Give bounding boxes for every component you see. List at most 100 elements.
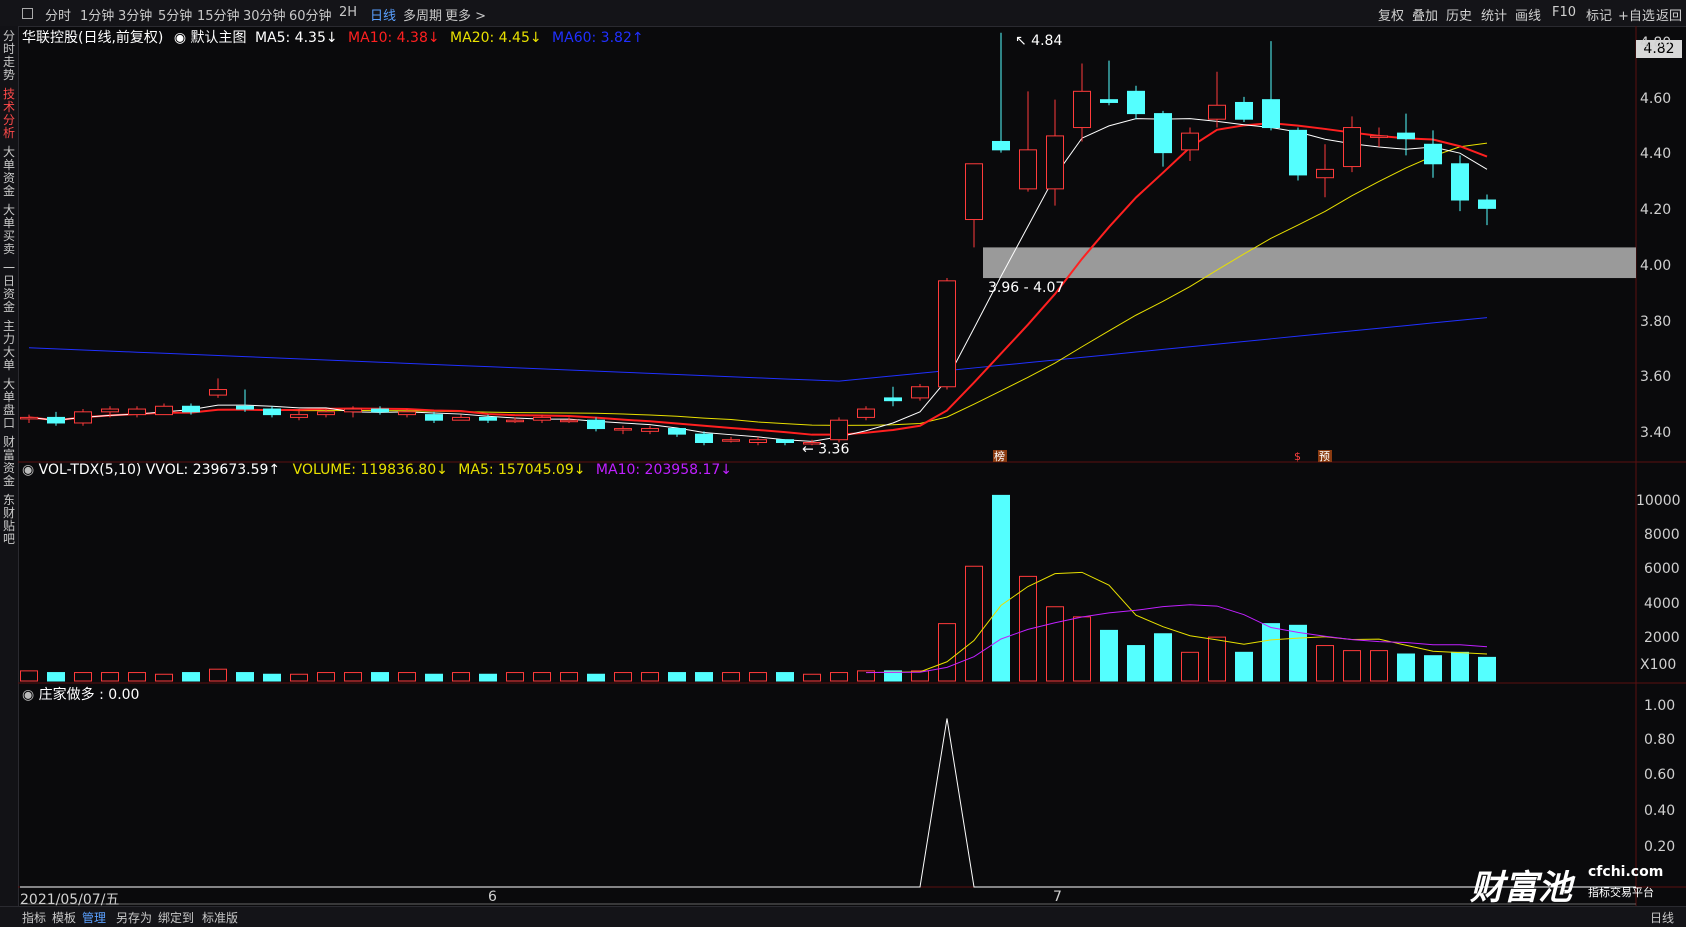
candle-body-38 bbox=[1046, 135, 1064, 190]
candle-body-46 bbox=[1262, 99, 1280, 129]
volume-bar-37 bbox=[1019, 575, 1037, 682]
volume-bar-35 bbox=[965, 565, 983, 682]
vol-indicator-name[interactable]: VOL-TDX(5,10) VVOL: 239673.59↑ bbox=[39, 462, 280, 478]
volume-bar-38 bbox=[1046, 606, 1064, 682]
volume-bar-52 bbox=[1424, 655, 1442, 682]
volume-bar-23 bbox=[641, 672, 659, 682]
footer-item-3[interactable]: 另存为 bbox=[116, 909, 152, 926]
candle-body-30 bbox=[830, 419, 848, 441]
volume-tick-2: 6000 bbox=[1644, 561, 1680, 577]
indicator-tick-4: 0.20 bbox=[1644, 839, 1676, 855]
volume-tick-3: 4000 bbox=[1644, 596, 1680, 612]
ma5-label: MA5: 4.35↓ bbox=[254, 30, 338, 46]
date-tick-july: 7 bbox=[1053, 889, 1062, 905]
ma60-label: MA60: 3.82↑ bbox=[552, 30, 644, 46]
volume-bar-29 bbox=[803, 673, 821, 682]
footer-item-4[interactable]: 绑定到 bbox=[158, 909, 194, 926]
footer-item-1[interactable]: 模板 bbox=[52, 909, 76, 926]
volume-bar-18 bbox=[506, 672, 524, 682]
volume-tick-5: X100 bbox=[1640, 657, 1677, 673]
volume-bar-48 bbox=[1316, 645, 1334, 682]
volume-tick-0: 10000 bbox=[1636, 493, 1681, 509]
candle-body-28 bbox=[776, 439, 794, 443]
volume-bar-5 bbox=[155, 673, 173, 682]
footer-item-5[interactable]: 标准版 bbox=[202, 909, 238, 926]
volume-bar-36 bbox=[992, 494, 1010, 682]
candle-body-15 bbox=[425, 414, 443, 421]
candle-body-24 bbox=[668, 428, 686, 435]
volume-bar-19 bbox=[533, 672, 551, 682]
vol-ma10-label: MA10: 203958.17↓ bbox=[595, 462, 732, 478]
candle-body-21 bbox=[587, 419, 605, 430]
indicator-dropdown-icon[interactable]: ◉ bbox=[22, 687, 34, 703]
vol-volume-label: VOLUME: 119836.80↓ bbox=[292, 462, 448, 478]
volume-bar-40 bbox=[1100, 629, 1118, 682]
marker-label-1: 榜 bbox=[994, 449, 1005, 463]
volume-bar-30 bbox=[830, 672, 848, 682]
volume-bar-41 bbox=[1127, 645, 1145, 682]
volume-bar-50 bbox=[1370, 650, 1388, 682]
low-price-label: ← 3.36 bbox=[802, 441, 849, 457]
candle-body-3 bbox=[101, 408, 119, 413]
candle-body-52 bbox=[1424, 143, 1442, 165]
volume-bar-9 bbox=[263, 673, 281, 682]
zone-range-label: 3.96 - 4.07 bbox=[988, 280, 1064, 296]
footer-item-0[interactable]: 指标 bbox=[22, 909, 46, 926]
indicator-tick-2: 0.60 bbox=[1644, 767, 1676, 783]
candle-body-51 bbox=[1397, 132, 1415, 140]
candle-body-26 bbox=[722, 439, 740, 442]
stock-name[interactable]: 华联控股(日线,前复权) bbox=[22, 30, 163, 46]
price-zone-band bbox=[983, 247, 1636, 279]
candle-body-8 bbox=[236, 405, 254, 410]
volume-bar-25 bbox=[695, 672, 713, 682]
marker-label-3: 预 bbox=[1319, 450, 1330, 463]
indicator-tick-0: 1.00 bbox=[1644, 698, 1676, 714]
candle-body-50 bbox=[1370, 135, 1388, 138]
template-dropdown[interactable]: ◉ 默认主图 bbox=[174, 30, 247, 46]
ma5-line bbox=[28, 118, 1488, 442]
candle-body-39 bbox=[1073, 90, 1091, 129]
price-tick-1: 4.60 bbox=[1640, 90, 1672, 107]
volume-bar-13 bbox=[371, 672, 389, 682]
volume-bar-1 bbox=[47, 672, 65, 682]
price-tick-2: 4.40 bbox=[1640, 146, 1672, 163]
candle-body-17 bbox=[479, 416, 497, 421]
candle-body-18 bbox=[506, 419, 524, 423]
candle-body-36 bbox=[992, 140, 1010, 151]
volume-bar-4 bbox=[128, 672, 146, 682]
footer-item-2[interactable]: 管理 bbox=[82, 909, 106, 926]
ma20-line bbox=[28, 142, 1488, 426]
volume-dropdown-icon[interactable]: ◉ bbox=[22, 462, 34, 478]
candle-body-20 bbox=[560, 419, 578, 423]
candle-body-53 bbox=[1451, 163, 1469, 201]
ma10-line bbox=[28, 122, 1488, 436]
volume-bar-7 bbox=[209, 668, 227, 682]
footer-period-label: 日线 bbox=[1650, 911, 1675, 925]
candle-body-9 bbox=[263, 408, 281, 416]
volume-bar-45 bbox=[1235, 651, 1253, 682]
candle-body-48 bbox=[1316, 168, 1334, 179]
volume-bar-0 bbox=[20, 670, 38, 682]
vol-ma5-label: MA5: 157045.09↓ bbox=[458, 462, 586, 478]
price-tick-3: 4.20 bbox=[1640, 202, 1672, 219]
indicator-header: ◉ 庄家做多 : 0.00 bbox=[22, 684, 139, 704]
candle-body-16 bbox=[452, 416, 470, 421]
candle-body-25 bbox=[695, 433, 713, 443]
volume-ma10-line bbox=[865, 604, 1488, 674]
volume-bar-26 bbox=[722, 672, 740, 682]
candle-body-10 bbox=[290, 414, 308, 418]
price-tick-5: 3.80 bbox=[1640, 313, 1672, 330]
volume-bar-34 bbox=[938, 623, 956, 682]
volume-bar-2 bbox=[74, 672, 92, 682]
candle-body-0 bbox=[20, 416, 38, 420]
candle-body-23 bbox=[641, 428, 659, 432]
price-tick-4: 4.00 bbox=[1640, 257, 1672, 274]
volume-bar-8 bbox=[236, 672, 254, 682]
candle-body-19 bbox=[533, 416, 551, 421]
main-chart-header: 华联控股(日线,前复权) ◉ 默认主图 MA5: 4.35↓ MA10: 4.3… bbox=[22, 27, 644, 47]
candle-body-40 bbox=[1100, 99, 1118, 103]
ma60-line bbox=[28, 317, 1488, 382]
volume-bar-46 bbox=[1262, 623, 1280, 682]
candle-body-35 bbox=[965, 163, 983, 221]
indicator-name[interactable]: 庄家做多 : 0.00 bbox=[39, 687, 140, 703]
